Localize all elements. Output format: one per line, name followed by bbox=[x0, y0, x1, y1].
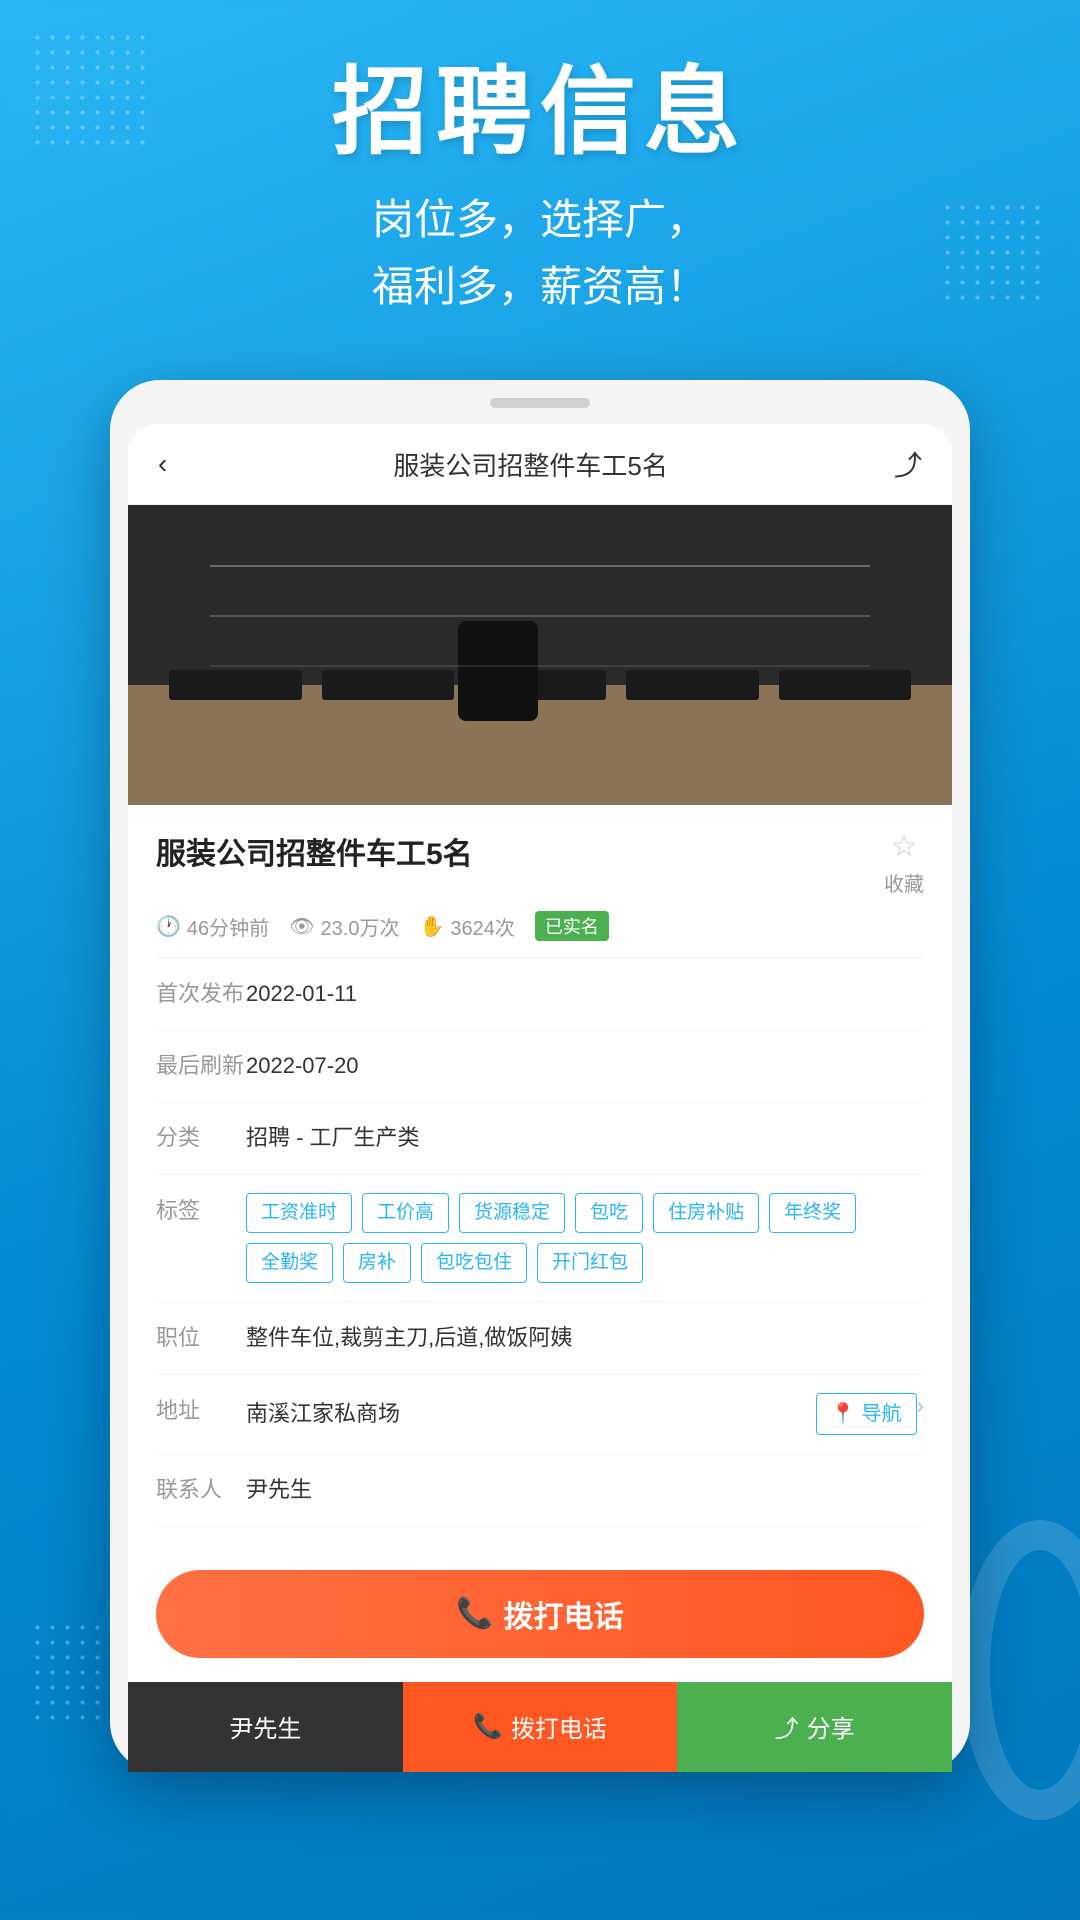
call-btn-area: 📞 拨打电话 bbox=[128, 1550, 952, 1682]
bottom-tab-call[interactable]: 📞 拨打电话 bbox=[403, 1682, 678, 1772]
positions-value: 整件车位,裁剪主刀,后道,做饭阿姨 bbox=[246, 1320, 924, 1355]
eye-icon: 👁 bbox=[289, 914, 314, 939]
nav-title: 服装公司招整件车工5名 bbox=[393, 446, 667, 483]
black-machine bbox=[458, 621, 538, 721]
bottom-tab-user[interactable]: 尹先生 bbox=[128, 1682, 403, 1772]
address-text: 南溪江家私商场 bbox=[246, 1396, 400, 1431]
first-publish-label: 首次发布 bbox=[156, 976, 246, 1008]
user-label: 尹先生 bbox=[229, 1709, 301, 1744]
bottom-bar: 尹先生 📞 拨打电话 ⤴ 分享 bbox=[128, 1682, 952, 1772]
bottom-tab-share[interactable]: ⤴ 分享 bbox=[677, 1682, 952, 1772]
address-row: 地址 南溪江家私商场 📍 导航 › bbox=[156, 1375, 924, 1454]
tag-item: 货源稳定 bbox=[459, 1193, 565, 1233]
positions-row: 职位 整件车位,裁剪主刀,后道,做饭阿姨 bbox=[156, 1302, 924, 1374]
positions-label: 职位 bbox=[156, 1320, 246, 1352]
job-title-row: 服装公司招整件车工5名 ☆ 收藏 bbox=[156, 829, 924, 897]
chevron-right-icon: › bbox=[917, 1393, 924, 1419]
call-tab-icon: 📞 bbox=[473, 1712, 503, 1741]
tag-item: 工资准时 bbox=[246, 1193, 352, 1233]
map-icon: 📍 bbox=[831, 1398, 856, 1430]
time-ago: 🕐 46分钟前 bbox=[156, 912, 269, 941]
contact-value: 尹先生 bbox=[246, 1472, 924, 1507]
call-label: 拨打电话 bbox=[504, 1592, 624, 1636]
share-icon[interactable]: ⤴ bbox=[894, 444, 922, 484]
detail-table: 首次发布 2022-01-11 最后刷新 2022-07-20 分类 招聘 - … bbox=[156, 957, 924, 1526]
app-content: ‹ 服装公司招整件车工5名 ⤴ 服装公司招整件车工5名 bbox=[128, 424, 952, 1772]
tag-item: 包吃包住 bbox=[421, 1243, 527, 1283]
views: 👁 23.0万次 bbox=[289, 912, 399, 941]
applications: ✋ 3624次 bbox=[419, 912, 514, 941]
page-title: 招聘信息 bbox=[0, 60, 1080, 166]
tag-item: 工价高 bbox=[362, 1193, 449, 1233]
last-refresh-row: 最后刷新 2022-07-20 bbox=[156, 1030, 924, 1102]
tags-row: 标签 工资准时工价高货源稳定包吃住房补贴年终奖全勤奖房补包吃包住开门红包 bbox=[156, 1175, 924, 1303]
address-label: 地址 bbox=[156, 1393, 246, 1425]
share-tab-icon: ⤴ bbox=[775, 1709, 799, 1744]
nav-bar: ‹ 服装公司招整件车工5名 ⤴ bbox=[128, 424, 952, 505]
clock-icon: 🕐 bbox=[156, 914, 181, 939]
tag-item: 开门红包 bbox=[537, 1243, 643, 1283]
last-refresh-value: 2022-07-20 bbox=[246, 1048, 924, 1083]
hand-icon: ✋ bbox=[419, 914, 444, 939]
job-image-scene bbox=[128, 505, 952, 805]
contact-label: 联系人 bbox=[156, 1472, 246, 1504]
tag-item: 年终奖 bbox=[769, 1193, 856, 1233]
nav-label: 导航 bbox=[862, 1398, 902, 1430]
decorative-dots-tr bbox=[940, 200, 1040, 300]
share-tab-label: 分享 bbox=[807, 1709, 855, 1744]
page-header: 招聘信息 岗位多，选择广， 福利多，薪资高！ bbox=[0, 0, 1080, 360]
page-subtitle: 岗位多，选择广， 福利多，薪资高！ bbox=[0, 186, 1080, 320]
job-meta: 🕐 46分钟前 👁 23.0万次 ✋ 3624次 已实名 bbox=[156, 911, 924, 941]
navigate-button[interactable]: 📍 导航 bbox=[816, 1393, 917, 1435]
job-title: 服装公司招整件车工5名 bbox=[156, 829, 884, 873]
call-button[interactable]: 📞 拨打电话 bbox=[156, 1570, 924, 1658]
category-row: 分类 招聘 - 工厂生产类 bbox=[156, 1102, 924, 1174]
machine-row bbox=[169, 670, 911, 700]
last-refresh-label: 最后刷新 bbox=[156, 1048, 246, 1080]
tag-item: 住房补贴 bbox=[653, 1193, 759, 1233]
first-publish-value: 2022-01-11 bbox=[246, 976, 924, 1011]
tag-item: 包吃 bbox=[575, 1193, 643, 1233]
subtitle-line2: 福利多，薪资高！ bbox=[372, 263, 708, 310]
collect-button[interactable]: ☆ 收藏 bbox=[884, 829, 924, 897]
address-value-row: 南溪江家私商场 📍 导航 bbox=[246, 1393, 917, 1435]
job-info-section: 服装公司招整件车工5名 ☆ 收藏 🕐 46分钟前 👁 23.0万次 ✋ 3624… bbox=[128, 805, 952, 1550]
tags-label: 标签 bbox=[156, 1193, 246, 1225]
category-label: 分类 bbox=[156, 1120, 246, 1152]
collect-label: 收藏 bbox=[884, 868, 924, 897]
back-button[interactable]: ‹ bbox=[158, 448, 167, 480]
phone-mockup: ‹ 服装公司招整件车工5名 ⤴ 服装公司招整件车工5名 bbox=[110, 380, 970, 1772]
subtitle-line1: 岗位多，选择广， bbox=[372, 196, 708, 243]
phone-notch bbox=[490, 398, 590, 408]
tags-container: 工资准时工价高货源稳定包吃住房补贴年终奖全勤奖房补包吃包住开门红包 bbox=[246, 1193, 924, 1284]
phone-icon: 📞 bbox=[456, 1596, 493, 1631]
job-image bbox=[128, 505, 952, 805]
tag-item: 全勤奖 bbox=[246, 1243, 333, 1283]
decorative-wave bbox=[960, 1520, 1080, 1820]
contact-row: 联系人 尹先生 bbox=[156, 1454, 924, 1526]
tag-item: 房补 bbox=[343, 1243, 411, 1283]
verified-badge: 已实名 bbox=[535, 911, 609, 941]
decorative-dots-tl bbox=[30, 30, 150, 150]
star-icon: ☆ bbox=[891, 829, 918, 864]
category-value: 招聘 - 工厂生产类 bbox=[246, 1120, 924, 1155]
call-tab-label: 拨打电话 bbox=[511, 1709, 607, 1744]
first-publish-row: 首次发布 2022-01-11 bbox=[156, 958, 924, 1030]
